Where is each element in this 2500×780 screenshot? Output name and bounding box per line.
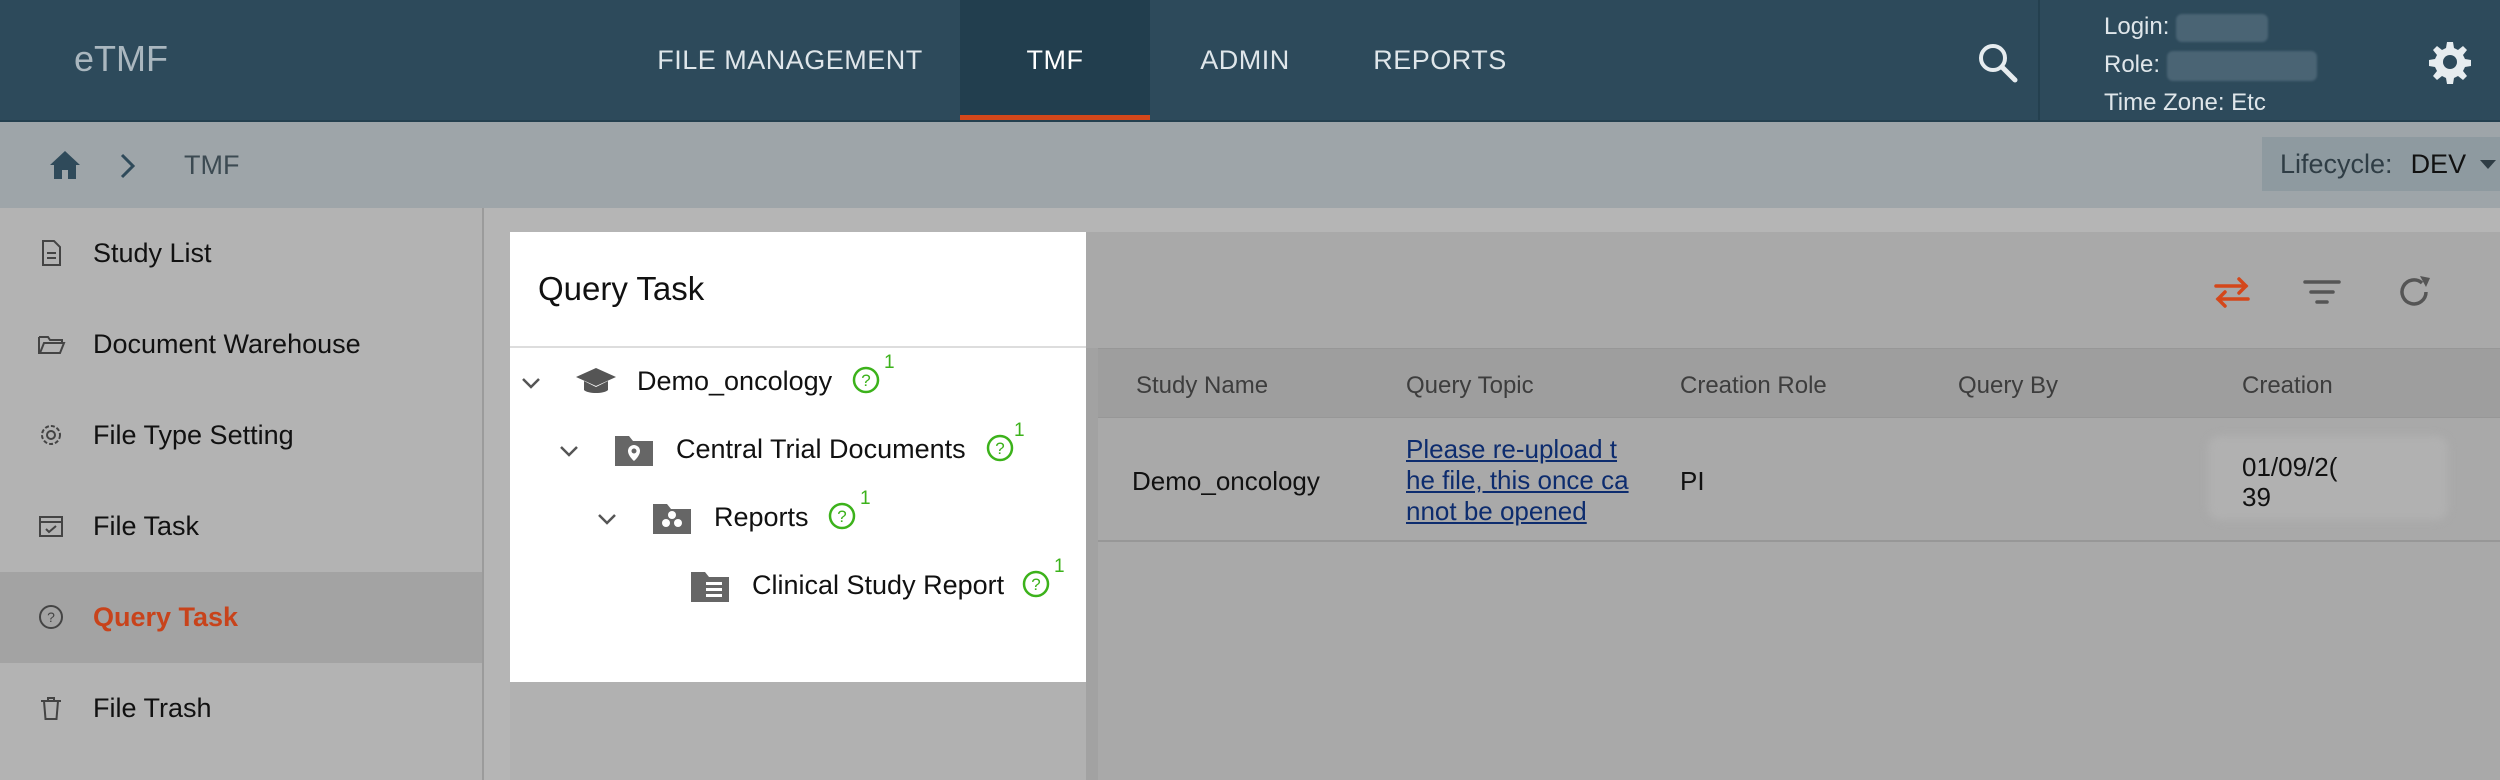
lifecycle-label: Lifecycle: xyxy=(2280,148,2393,179)
filter-icon[interactable] xyxy=(2300,270,2344,314)
table-header: Study Name Query Topic Creation Role Que… xyxy=(1098,348,2500,418)
sidebar-item-label: Query Task xyxy=(93,602,239,632)
trash-icon xyxy=(41,697,61,720)
main-nav: FILE MANAGEMENT TMF ADMIN REPORTS xyxy=(620,0,1540,120)
settings-gear-icon[interactable] xyxy=(2428,40,2472,84)
question-circle-icon[interactable]: ? xyxy=(826,500,858,532)
question-circle-icon[interactable]: ? xyxy=(984,432,1016,464)
question-circle-icon: ? xyxy=(39,605,63,629)
login-label: Login: xyxy=(2104,13,2170,40)
tree-node-label: Demo_oncology xyxy=(637,366,833,396)
role-label: Role: xyxy=(2104,51,2161,78)
column-query-by[interactable]: Query By xyxy=(1958,372,2058,400)
query-topic-line: he file, this once ca xyxy=(1406,465,1629,495)
column-query-topic[interactable]: Query Topic xyxy=(1406,372,1534,400)
column-study-name[interactable]: Study Name xyxy=(1136,372,1268,400)
sidebar-item-file-type-setting[interactable]: File Type Setting xyxy=(0,390,482,481)
timezone-value: Etc xyxy=(2231,89,2266,116)
query-count: 1 xyxy=(884,352,895,373)
svg-text:?: ? xyxy=(47,609,55,625)
user-info: Login: Role: Time Zone: Etc xyxy=(2104,8,2317,122)
breadcrumb: TMF Lifecycle: DEV xyxy=(0,122,2500,208)
timezone-label: Time Zone: xyxy=(2104,89,2225,116)
query-topic-link[interactable]: Please re-upload t he file, this once ca… xyxy=(1406,434,1629,527)
cell-study-name: Demo_oncology xyxy=(1132,466,1320,496)
creation-line: 39 xyxy=(2242,482,2271,512)
folder-open-icon xyxy=(38,336,66,354)
refresh-icon[interactable] xyxy=(2392,270,2436,314)
svg-text:?: ? xyxy=(995,439,1004,458)
query-count: 1 xyxy=(1054,556,1065,577)
tree-node-label: Central Trial Documents xyxy=(676,434,966,464)
nav-admin[interactable]: ADMIN xyxy=(1150,0,1340,120)
sidebar-item-label: File Type Setting xyxy=(93,420,294,450)
chevron-right-icon xyxy=(120,153,136,179)
calendar-icon xyxy=(39,516,63,537)
nav-reports[interactable]: REPORTS xyxy=(1340,0,1540,120)
chevron-down-icon[interactable] xyxy=(518,370,544,396)
sidebar-item-query-task[interactable]: ? Query Task xyxy=(0,572,482,663)
svg-text:?: ? xyxy=(1031,575,1040,594)
lifecycle-select[interactable]: Lifecycle: DEV xyxy=(2262,137,2500,191)
sidebar-item-label: Document Warehouse xyxy=(93,329,361,359)
role-value-redacted xyxy=(2166,50,2317,81)
tree-node-clinical-study-report[interactable]: Clinical Study Report ? 1 xyxy=(510,556,1086,614)
tree-node-demo-oncology[interactable]: Demo_oncology ? 1 xyxy=(510,352,1086,410)
nav-divider xyxy=(2038,0,2040,120)
question-circle-icon[interactable]: ? xyxy=(1020,568,1052,600)
sidebar-item-label: File Task xyxy=(93,511,200,541)
sidebar-item-file-trash[interactable]: File Trash xyxy=(0,663,482,754)
tree-node-reports[interactable]: Reports ? 1 xyxy=(510,488,1086,546)
swap-arrows-icon[interactable] xyxy=(2210,270,2254,314)
caret-down-icon xyxy=(2480,159,2497,169)
graduation-cap-icon xyxy=(576,368,616,393)
folder-location-icon xyxy=(615,436,653,466)
chevron-down-icon[interactable] xyxy=(594,506,620,532)
cell-creation: 01/09/2( 39 xyxy=(2242,452,2337,512)
nav-tmf[interactable]: TMF xyxy=(960,0,1150,120)
query-topic-line: nnot be opened xyxy=(1406,496,1587,526)
column-creation-role[interactable]: Creation Role xyxy=(1680,372,1827,400)
sidebar-item-file-task[interactable]: File Task xyxy=(0,481,482,572)
svg-text:?: ? xyxy=(837,507,846,526)
column-creation[interactable]: Creation xyxy=(2242,372,2333,400)
popup-title: Query Task xyxy=(538,270,705,307)
query-count: 1 xyxy=(1014,420,1025,441)
sidebar-item-study-list[interactable]: Study List xyxy=(0,208,482,299)
document-icon xyxy=(42,240,61,266)
search-icon[interactable] xyxy=(1975,40,2019,84)
sidebar: Study List Document Warehouse File Type … xyxy=(0,208,484,780)
tree-pane-background xyxy=(510,682,1086,780)
login-value-redacted xyxy=(2176,13,2269,42)
top-navigation-bar: eTMF FILE MANAGEMENT TMF ADMIN REPORTS L… xyxy=(0,0,2500,122)
chevron-down-icon[interactable] xyxy=(556,438,582,464)
breadcrumb-current: TMF xyxy=(184,150,240,180)
query-topic-line: Please re-upload t xyxy=(1406,434,1618,464)
folder-group-icon xyxy=(653,504,691,534)
folder-document-icon xyxy=(691,572,729,602)
query-count: 1 xyxy=(860,488,871,509)
gear-icon xyxy=(41,425,61,445)
cell-creation-role: PI xyxy=(1680,466,1705,496)
sidebar-item-document-warehouse[interactable]: Document Warehouse xyxy=(0,299,482,390)
tree-node-label: Clinical Study Report xyxy=(752,570,1005,600)
query-task-popup: Query Task Demo_oncology ? 1 Central Tri… xyxy=(510,232,1086,682)
table-row[interactable]: Demo_oncology Please re-upload t he file… xyxy=(1098,418,2500,542)
creation-line: 01/09/2( xyxy=(2242,452,2338,482)
sidebar-item-label: Study List xyxy=(93,238,212,268)
lifecycle-value: DEV xyxy=(2410,148,2467,179)
tree-node-label: Reports xyxy=(714,502,809,532)
nav-file-management[interactable]: FILE MANAGEMENT xyxy=(620,0,960,120)
question-circle-icon[interactable]: ? xyxy=(850,364,882,396)
popup-divider xyxy=(510,346,1086,348)
svg-text:?: ? xyxy=(861,371,870,390)
home-icon[interactable] xyxy=(48,149,82,181)
app-logo[interactable]: eTMF xyxy=(74,38,168,80)
sidebar-item-label: File Trash xyxy=(93,693,212,723)
tree-node-central-trial-documents[interactable]: Central Trial Documents ? 1 xyxy=(510,420,1086,478)
tree-pane-scroll-strip xyxy=(1086,348,1098,780)
